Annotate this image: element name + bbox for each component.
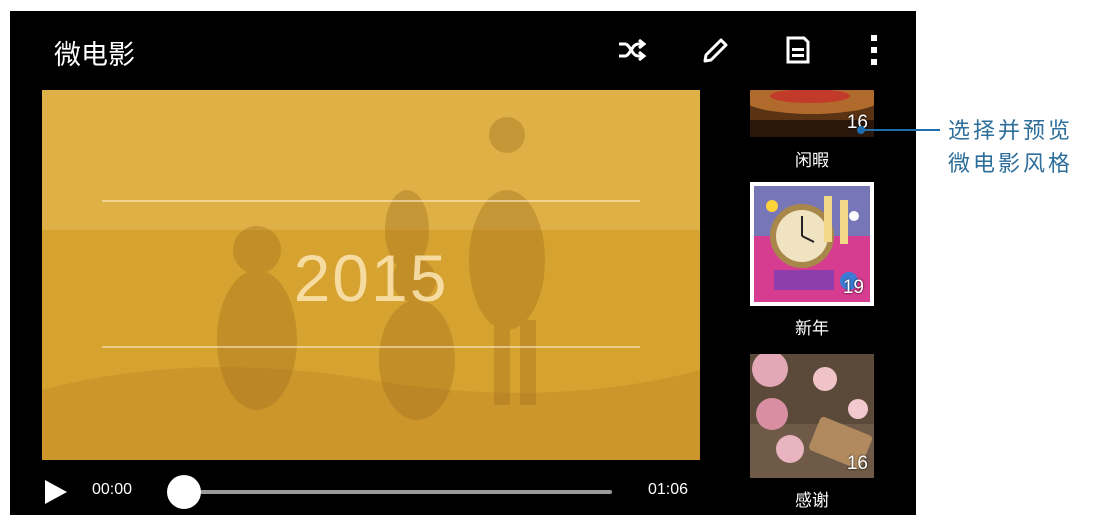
app-screen: 微电影 2015 00:00 01:06 16 闲暇 19 新年 16 感谢 — [10, 11, 916, 515]
style-thumbnail-new-year[interactable]: 19 — [750, 182, 874, 306]
seek-thumb[interactable] — [167, 475, 201, 509]
style-label-thanks: 感谢 — [795, 491, 829, 511]
style-clip-count: 16 — [846, 453, 868, 474]
callout-pointer-line — [865, 129, 940, 131]
style-clip-count: 19 — [842, 277, 864, 298]
video-preview[interactable]: 2015 — [42, 90, 700, 460]
shuffle-icon — [619, 39, 647, 61]
current-time: 00:00 — [92, 481, 133, 498]
play-button[interactable] — [43, 479, 69, 505]
seek-bar[interactable] — [182, 490, 612, 494]
more-vert-icon — [871, 35, 877, 65]
style-thumbnail-leisure[interactable]: 16 — [750, 90, 874, 137]
callout-pointer-dot — [857, 126, 865, 134]
style-label-new-year: 新年 — [795, 319, 829, 339]
callout-annotation: 选择并预览 微电影风格 — [948, 115, 1097, 181]
more-options-button[interactable] — [853, 29, 895, 71]
save-icon — [786, 36, 810, 64]
callout-line-1: 选择并预览 — [948, 119, 1074, 144]
preview-title-year: 2015 — [293, 241, 449, 315]
style-thumbnail-thanks[interactable]: 16 — [750, 354, 874, 478]
callout-line-2: 微电影风格 — [948, 152, 1074, 177]
shuffle-button[interactable] — [611, 29, 653, 71]
title-bottom-rule — [102, 346, 640, 348]
style-label-leisure: 闲暇 — [795, 151, 829, 171]
save-button[interactable] — [777, 29, 819, 71]
title-top-rule — [102, 200, 640, 202]
total-time: 01:06 — [648, 481, 689, 498]
edit-button[interactable] — [695, 29, 737, 71]
play-icon — [45, 480, 67, 504]
app-title: 微电影 — [54, 40, 135, 71]
pencil-icon — [703, 38, 728, 63]
